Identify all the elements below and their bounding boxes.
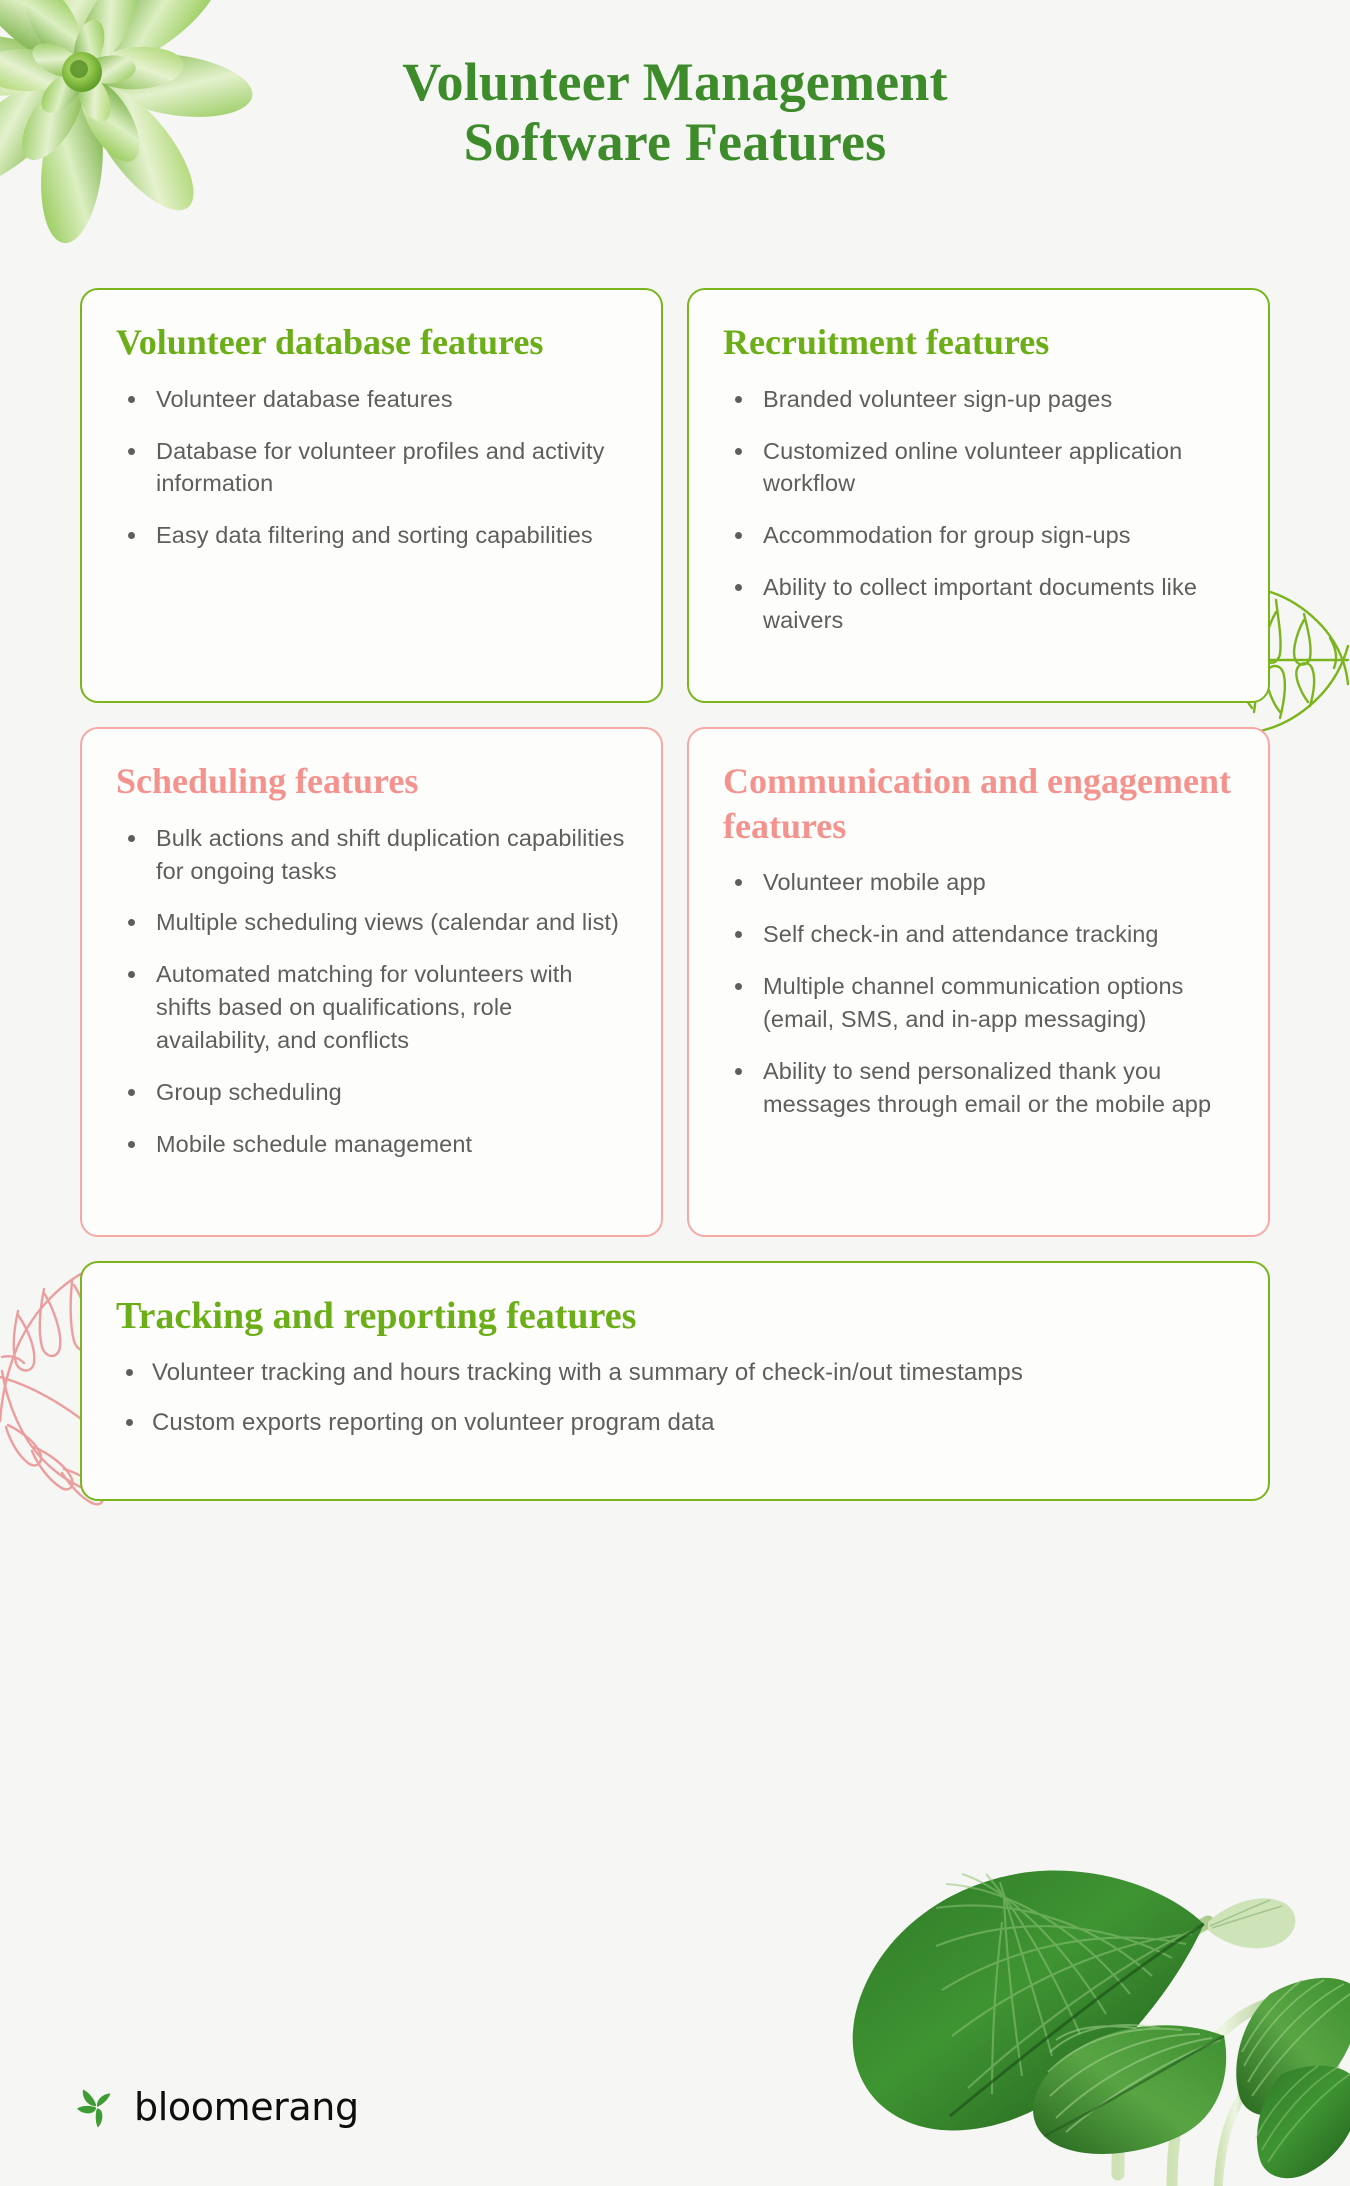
card-title-tracking-reporting: Tracking and reporting features bbox=[116, 1295, 637, 1337]
list-item: Ability to send personalized thank you m… bbox=[723, 1055, 1234, 1121]
card-communication: Communication and engagement features Vo… bbox=[687, 727, 1270, 1237]
card-volunteer-database: Volunteer database features Volunteer da… bbox=[80, 288, 663, 703]
list-item: Branded volunteer sign-up pages bbox=[723, 383, 1234, 416]
list-item: Multiple scheduling views (calendar and … bbox=[116, 906, 627, 939]
list-item: Bulk actions and shift duplication capab… bbox=[116, 822, 627, 888]
card-title-scheduling: Scheduling features bbox=[116, 761, 419, 801]
list-item: Custom exports reporting on volunteer pr… bbox=[116, 1406, 1234, 1440]
list-item: Volunteer tracking and hours tracking wi… bbox=[116, 1356, 1234, 1390]
card-title-communication: Communication and engagement features bbox=[723, 761, 1232, 846]
calathea-photo bbox=[852, 1870, 1350, 2186]
bullet-list-volunteer-database: Volunteer database features Database for… bbox=[116, 383, 627, 553]
bullet-list-tracking-reporting: Volunteer tracking and hours tracking wi… bbox=[116, 1356, 1234, 1439]
page-title: Volunteer Management Software Features bbox=[0, 52, 1350, 173]
list-item: Self check-in and attendance tracking bbox=[723, 918, 1234, 951]
feature-card-grid: Volunteer database features Volunteer da… bbox=[80, 288, 1270, 1502]
bloomerang-logo[interactable]: bloomerang bbox=[72, 2083, 359, 2131]
list-item: Mobile schedule management bbox=[116, 1128, 627, 1161]
list-item: Easy data filtering and sorting capabili… bbox=[116, 519, 627, 552]
card-recruitment: Recruitment features Branded volunteer s… bbox=[687, 288, 1270, 703]
infographic-page: Volunteer Management Software Features V… bbox=[0, 0, 1350, 2186]
bloomerang-wordmark: bloomerang bbox=[134, 2085, 359, 2129]
bullet-list-recruitment: Branded volunteer sign-up pages Customiz… bbox=[723, 383, 1234, 637]
list-item: Ability to collect important documents l… bbox=[723, 571, 1234, 637]
card-tracking-reporting: Tracking and reporting features Voluntee… bbox=[80, 1261, 1270, 1502]
list-item: Volunteer database features bbox=[116, 383, 627, 416]
card-title-recruitment: Recruitment features bbox=[723, 322, 1050, 362]
list-item: Multiple channel communication options (… bbox=[723, 970, 1234, 1036]
list-item: Automated matching for volunteers with s… bbox=[116, 958, 627, 1057]
list-item: Group scheduling bbox=[116, 1076, 627, 1109]
list-item: Customized online volunteer application … bbox=[723, 435, 1234, 501]
page-title-line-2: Software Features bbox=[463, 112, 887, 173]
list-item: Volunteer mobile app bbox=[723, 866, 1234, 899]
card-scheduling: Scheduling features Bulk actions and shi… bbox=[80, 727, 663, 1237]
list-item: Database for volunteer profiles and acti… bbox=[116, 435, 627, 501]
bullet-list-scheduling: Bulk actions and shift duplication capab… bbox=[116, 822, 627, 1161]
card-title-volunteer-database: Volunteer database features bbox=[116, 322, 544, 362]
bloomerang-trefoil-icon bbox=[77, 2089, 111, 2128]
list-item: Accommodation for group sign-ups bbox=[723, 519, 1234, 552]
bullet-list-communication: Volunteer mobile app Self check-in and a… bbox=[723, 866, 1234, 1120]
page-title-line-1: Volunteer Management bbox=[402, 52, 948, 112]
